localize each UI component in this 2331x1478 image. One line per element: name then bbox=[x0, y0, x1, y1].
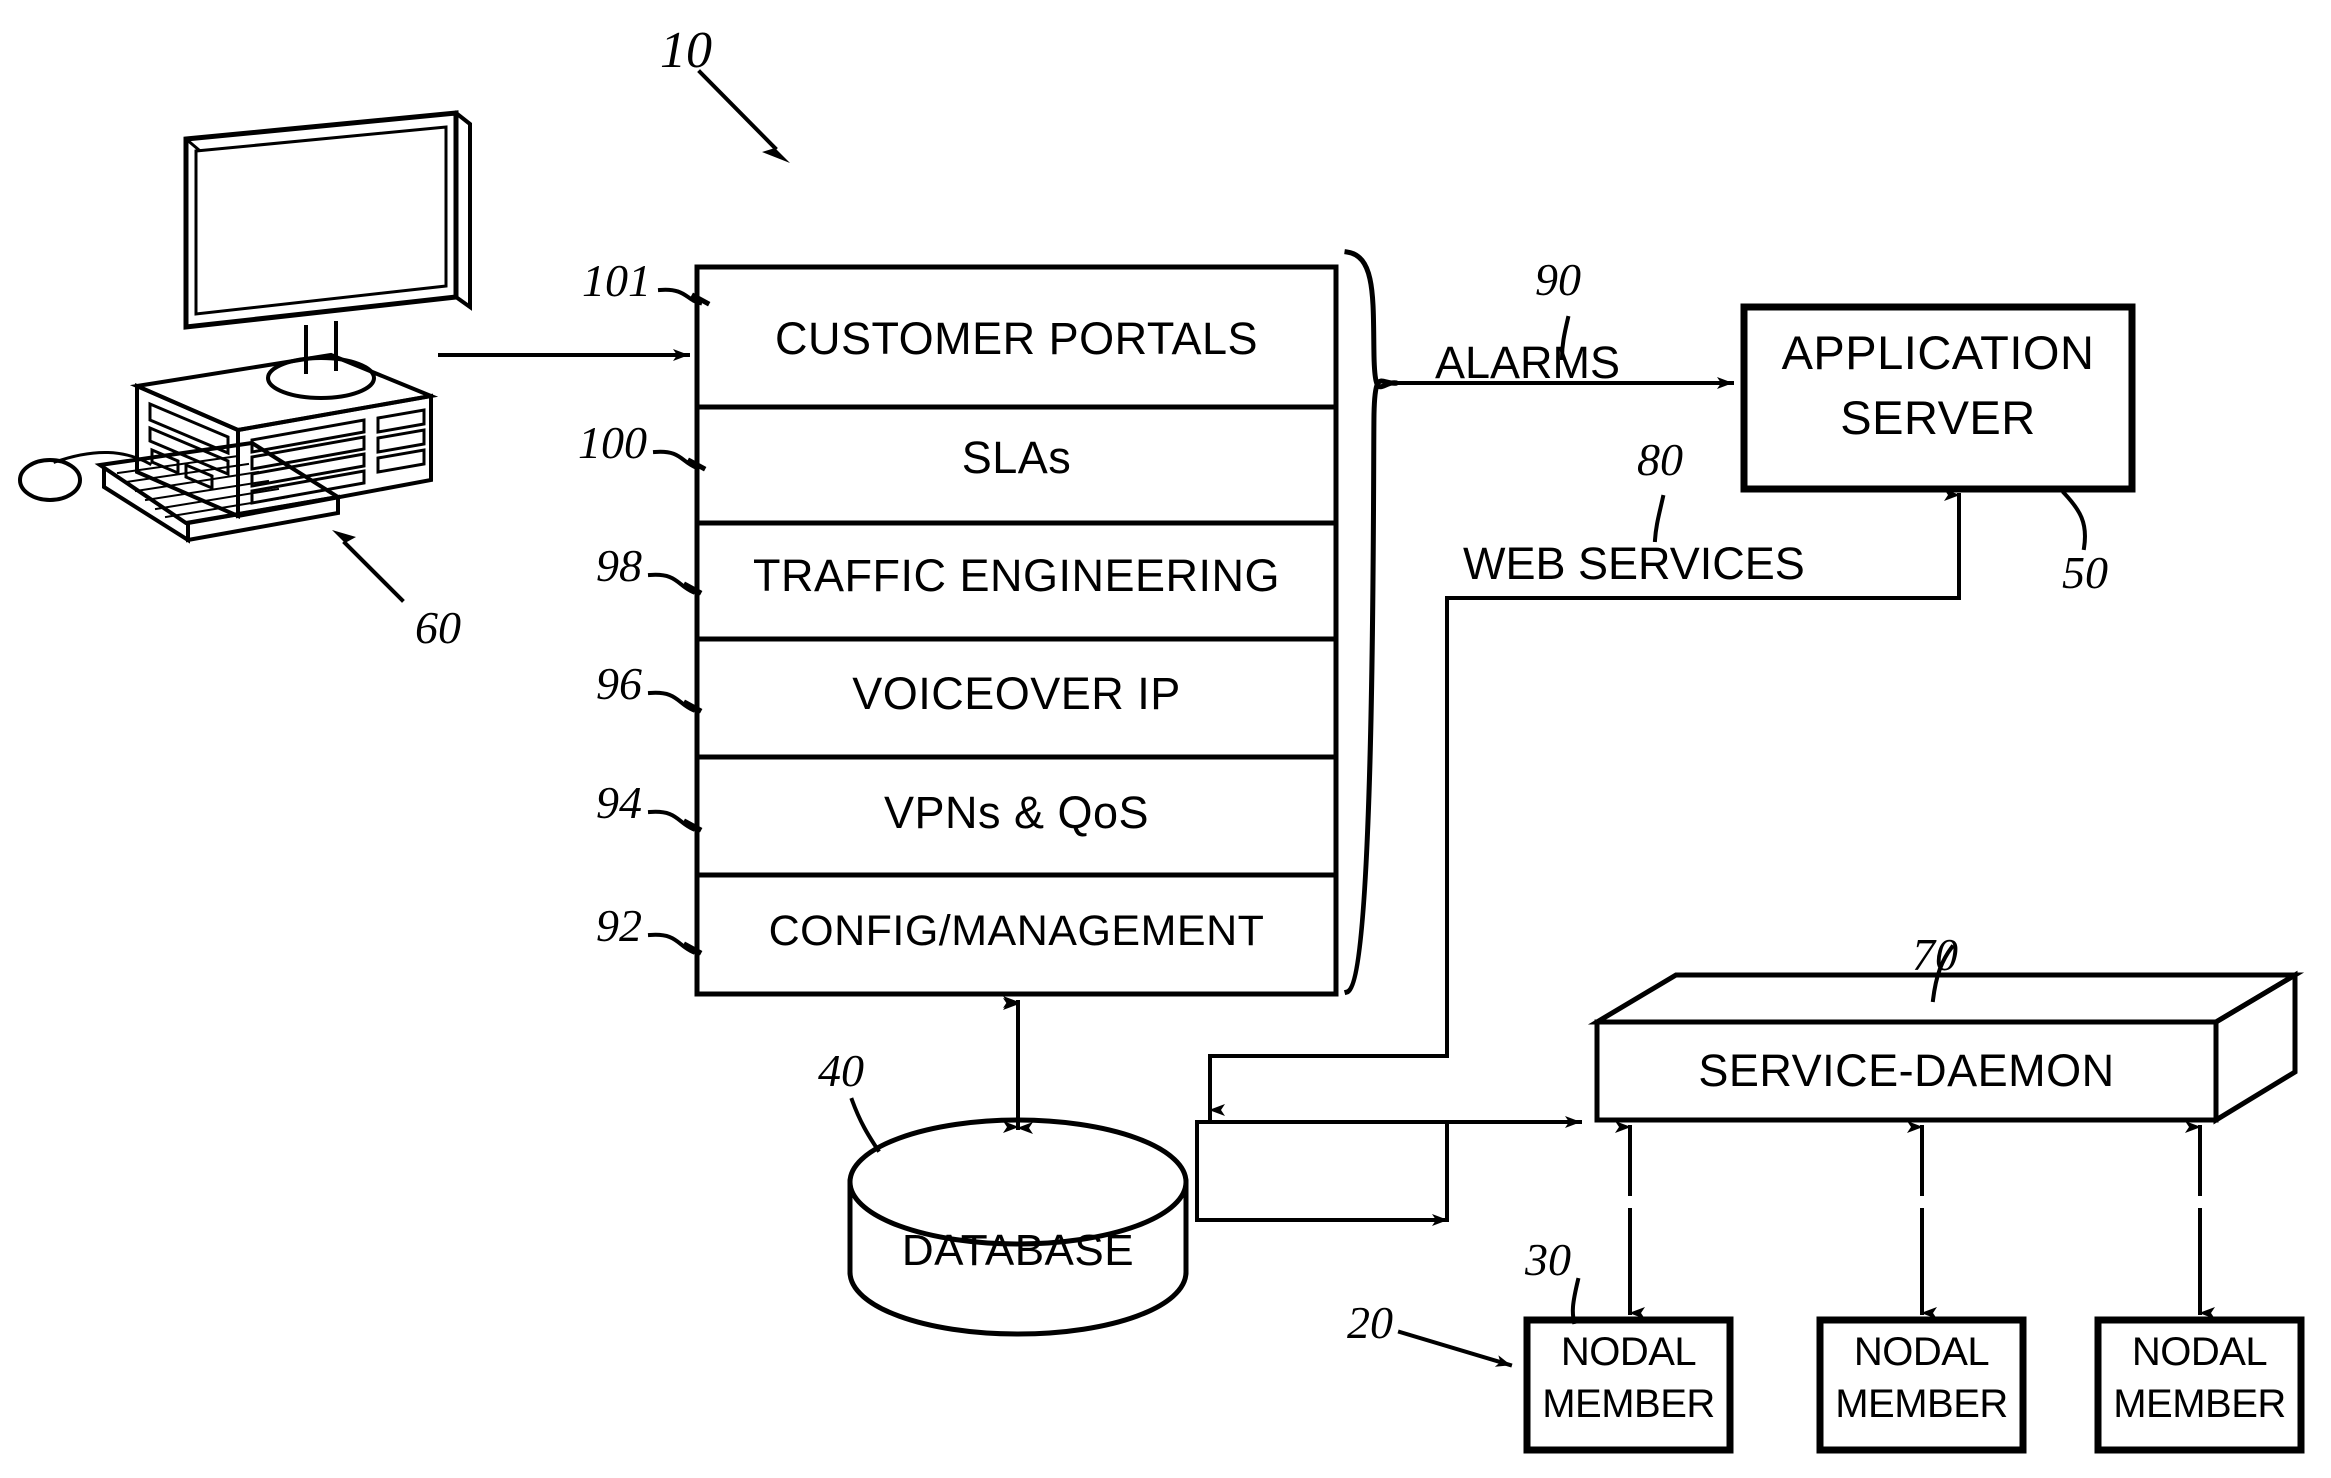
ref-numeral-60: 60 bbox=[415, 602, 461, 653]
ref-numeral-20: 20 bbox=[1347, 1297, 1393, 1348]
ref-numeral-80: 80 bbox=[1637, 434, 1683, 485]
arrow-to-service-daemon bbox=[1195, 1108, 1582, 1222]
stack-layer-customer-portals: CUSTOMER PORTALS bbox=[774, 313, 1259, 364]
ref-numeral-90: 90 bbox=[1535, 254, 1581, 305]
nodal-member-2-line1: NODAL bbox=[1853, 1330, 1990, 1374]
arrows-daemon-nodal bbox=[1615, 1121, 2215, 1319]
nodal-member-1-line1: NODAL bbox=[1560, 1330, 1697, 1374]
nodal-member-2-line2: MEMBER bbox=[1835, 1382, 2008, 1426]
application-server-line2: SERVER bbox=[1840, 391, 2036, 444]
ref-numeral-50: 50 bbox=[2062, 547, 2108, 598]
ref-numeral-98: 98 bbox=[596, 540, 642, 591]
stack-layer-slas: SLAs bbox=[961, 432, 1072, 483]
nodal-member-1-line2: MEMBER bbox=[1542, 1382, 1715, 1426]
leader-30 bbox=[1570, 1277, 1581, 1325]
nodal-member-3-line2: MEMBER bbox=[2113, 1382, 2286, 1426]
ref-numeral-101: 101 bbox=[582, 255, 651, 306]
stack-layer-traffic-engineering: TRAFFIC ENGINEERING bbox=[752, 550, 1281, 601]
connection-label-alarms: ALARMS bbox=[1435, 337, 1621, 388]
leader-80 bbox=[1652, 494, 1666, 543]
leader-60 bbox=[332, 530, 405, 603]
stack-outline bbox=[694, 264, 1339, 997]
stack-layer-voiceover-ip: VOICEOVER IP bbox=[852, 668, 1181, 719]
stack-layer-config-management: CONFIG/MANAGEMENT bbox=[768, 907, 1265, 955]
ref-numeral-70: 70 bbox=[1912, 929, 1958, 980]
stack-layer-vpns-qos: VPNs & QoS bbox=[883, 787, 1150, 838]
leader-10 bbox=[697, 69, 790, 163]
leader-40 bbox=[849, 1097, 881, 1153]
service-daemon-label: SERVICE-DAEMON bbox=[1698, 1045, 2115, 1096]
ref-numeral-40: 40 bbox=[818, 1045, 864, 1096]
connection-label-web-services: WEB SERVICES bbox=[1463, 538, 1805, 589]
leader-50 bbox=[2061, 490, 2087, 551]
nodal-member-3-line1: NODAL bbox=[2131, 1330, 2268, 1374]
ref-numeral-94: 94 bbox=[596, 777, 642, 828]
database-label: DATABASE bbox=[901, 1226, 1135, 1275]
stack-leaders bbox=[647, 287, 703, 955]
patent-figure: 10 60 101 100 98 96 94 92 CUSTOMER PORTA… bbox=[0, 0, 2331, 1478]
leader-20 bbox=[1397, 1329, 1513, 1368]
workstation-icon bbox=[18, 110, 472, 544]
arrow-database-return bbox=[1195, 1120, 1449, 1226]
ref-numeral-30: 30 bbox=[1525, 1234, 1571, 1285]
ref-numeral-96: 96 bbox=[596, 658, 642, 709]
ref-numeral-10: 10 bbox=[660, 22, 712, 79]
ref-numeral-100: 100 bbox=[578, 417, 647, 468]
ref-numeral-92: 92 bbox=[596, 900, 642, 951]
application-server-line1: APPLICATION bbox=[1781, 326, 2095, 379]
stack-right-brace bbox=[1343, 249, 1398, 996]
